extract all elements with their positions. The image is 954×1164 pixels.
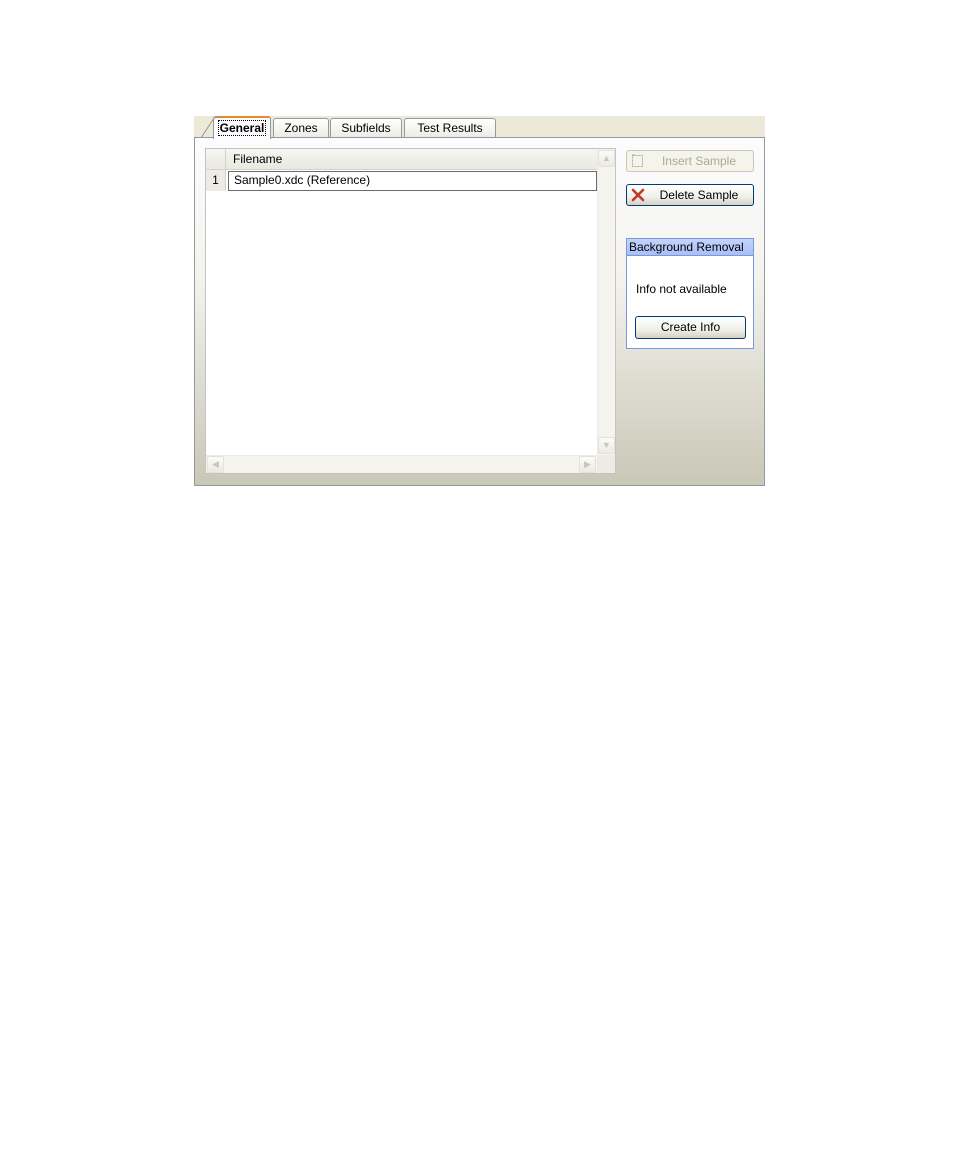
tab-zones[interactable]: Zones [273,118,329,138]
tab-subfields-label: Subfields [341,121,391,135]
insert-row-icon [632,154,643,167]
vertical-scrollbar[interactable]: ▲ ▼ [597,149,615,455]
tab-general-label: General [217,120,267,136]
red-x-icon [631,188,645,202]
tab-subfields[interactable]: Subfields [330,118,402,138]
grid-header: Filename [206,149,597,170]
tab-zones-label: Zones [284,121,318,135]
row-number[interactable]: 1 [206,170,226,191]
tab-test-results-label: Test Results [417,121,483,135]
background-removal-title: Background Removal [627,239,753,256]
general-tab-panel: Filename 1 Sample0.xdc (Reference) ▲ ▼ ◀… [194,137,765,486]
table-row[interactable]: 1 Sample0.xdc (Reference) [206,170,597,191]
tab-general[interactable]: General [213,116,271,139]
insert-sample-label: Insert Sample [661,154,737,168]
sample-settings-window: General Zones Subfields Test Results Fil… [194,116,765,486]
filename-column-header[interactable]: Filename [233,152,282,166]
create-info-button[interactable]: Create Info [635,316,746,339]
background-info-text: Info not available [636,282,727,296]
delete-sample-button[interactable]: Delete Sample [626,184,754,206]
background-removal-group: Background Removal Info not available Cr… [626,238,754,349]
insert-sample-button[interactable]: Insert Sample [626,150,754,172]
scroll-corner [597,455,615,473]
horizontal-scrollbar[interactable]: ◀ ▶ [206,455,597,473]
tab-test-results[interactable]: Test Results [404,118,496,138]
scroll-down-icon[interactable]: ▼ [598,437,615,454]
screen: General Zones Subfields Test Results Fil… [0,0,954,1164]
sample-grid: Filename 1 Sample0.xdc (Reference) ▲ ▼ ◀… [205,148,616,474]
tab-edge-decoration [200,116,220,138]
tab-strip: General Zones Subfields Test Results [194,116,765,139]
scroll-up-icon[interactable]: ▲ [598,150,615,167]
filename-cell[interactable]: Sample0.xdc (Reference) [228,171,597,191]
scroll-right-icon[interactable]: ▶ [579,456,596,473]
grid-corner [206,149,226,169]
delete-sample-label: Delete Sample [659,188,739,202]
scroll-left-icon[interactable]: ◀ [207,456,224,473]
